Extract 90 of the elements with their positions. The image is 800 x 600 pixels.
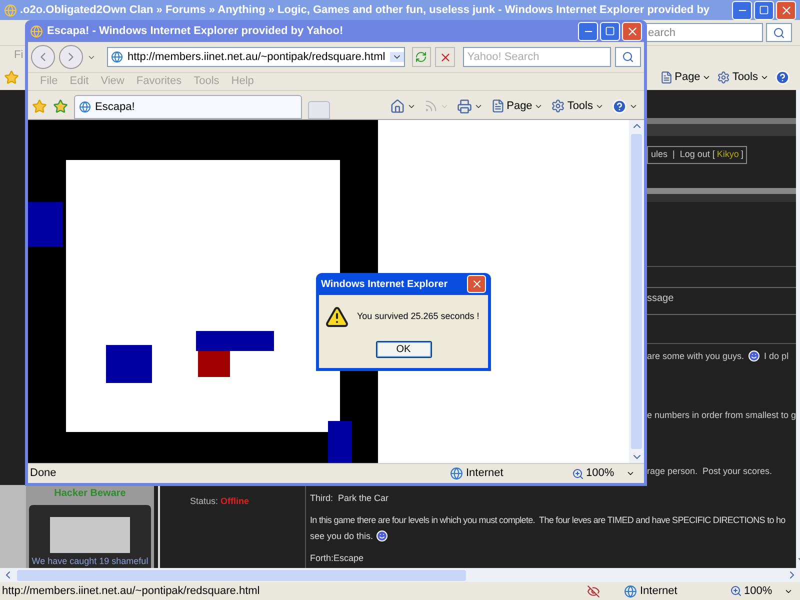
post-text: Third: Park the Car bbox=[310, 492, 390, 504]
moving-block bbox=[106, 345, 152, 383]
favorites-star-icon bbox=[4, 70, 19, 85]
toolbar-button[interactable]: Page bbox=[660, 69, 712, 86]
globe-icon bbox=[450, 467, 463, 480]
gear-icon bbox=[551, 99, 566, 113]
maximize-icon bbox=[605, 26, 615, 36]
window-title: Escapa! - Windows Internet Explorer provided by Yahoo! bbox=[47, 24, 344, 39]
maximize-button[interactable] bbox=[754, 0, 774, 20]
search-field[interactable]: earch bbox=[645, 23, 763, 42]
favorites-star-icon bbox=[32, 98, 47, 114]
printer-icon bbox=[456, 98, 472, 114]
username[interactable]: Kikyo bbox=[716, 148, 739, 162]
status-url: http://members.iinet.net.au/~pontipak/redsquare.html bbox=[2, 584, 261, 599]
post-text: In this game there are four levels in which you must complete. The four leves are TIMED and have SPECIFIC DIRECTIONS to ho bbox=[310, 514, 786, 527]
post-text: Forth:Escape bbox=[310, 552, 365, 565]
close-icon bbox=[626, 24, 638, 38]
page-icon bbox=[490, 99, 505, 113]
nav-bracket: ] bbox=[740, 148, 744, 161]
status-text: Done bbox=[30, 466, 58, 482]
post-text: rage person. Post your scores. bbox=[647, 464, 772, 478]
search-icon bbox=[773, 26, 785, 38]
tab[interactable]: Escapa! bbox=[74, 95, 302, 119]
browser-icon bbox=[4, 4, 17, 16]
close-button[interactable] bbox=[776, 0, 796, 20]
zone-text: Internet bbox=[466, 466, 504, 482]
horizontal-scrollbar[interactable] bbox=[0, 568, 800, 582]
search-icon bbox=[622, 51, 634, 63]
add-favorite-icon bbox=[53, 98, 68, 114]
dialog-message: You survived 25.265 seconds ! bbox=[357, 310, 480, 324]
page-icon bbox=[79, 101, 91, 113]
toolbar-button[interactable]: Page bbox=[488, 96, 546, 116]
maximize-icon bbox=[759, 5, 769, 15]
dialog-title: Windows Internet Explorer bbox=[321, 278, 449, 292]
post-text: are some with you guys. bbox=[647, 350, 744, 363]
warning-icon bbox=[325, 305, 349, 329]
post-text: e numbers in order from smallest to g bbox=[647, 409, 796, 422]
toolbar-button[interactable]: Tools bbox=[549, 96, 606, 116]
gear-icon bbox=[717, 71, 730, 84]
zone-text: Internet bbox=[640, 584, 678, 599]
sidebar-caption: We have caught 19 shameful bbox=[32, 554, 148, 568]
page-icon bbox=[111, 51, 124, 63]
globe-icon bbox=[624, 584, 637, 598]
help-icon bbox=[775, 70, 790, 85]
close-button[interactable] bbox=[622, 22, 642, 40]
sidebar-heading: Hacker Beware bbox=[54, 486, 126, 500]
close-button[interactable] bbox=[467, 275, 486, 293]
toolbar-button[interactable]: Tools bbox=[717, 69, 769, 86]
back-button[interactable] bbox=[31, 45, 55, 69]
minimize-button[interactable] bbox=[578, 22, 598, 40]
window-title: .o2o.Obligated2Own Clan » Forums » Anything » Logic, Games and other fun, useless junk - Windows Internet Explorer provided by bbox=[20, 2, 711, 18]
protected-mode-icon bbox=[587, 584, 600, 598]
stop-button[interactable] bbox=[435, 47, 456, 67]
refresh-icon bbox=[415, 51, 428, 63]
status-value: Offline bbox=[220, 496, 250, 506]
feed-icon bbox=[424, 99, 438, 113]
status-label: Status: bbox=[190, 496, 218, 506]
ok-button[interactable]: OK bbox=[376, 341, 432, 358]
vertical-scrollbar[interactable] bbox=[629, 120, 644, 463]
forward-button[interactable] bbox=[58, 45, 83, 69]
zoom-text: 100% bbox=[586, 466, 614, 482]
stop-icon bbox=[438, 50, 452, 64]
caret-icon bbox=[702, 73, 712, 82]
smiley-icon bbox=[376, 530, 388, 542]
address-field[interactable]: http://members.iinet.net.au/~pontipak/redsquare.html bbox=[107, 47, 405, 67]
refresh-button[interactable] bbox=[412, 47, 432, 67]
caret-icon bbox=[760, 73, 769, 82]
search-button[interactable] bbox=[615, 47, 641, 67]
smiley-icon bbox=[748, 350, 760, 362]
zoom-icon bbox=[572, 468, 584, 480]
home-icon bbox=[390, 98, 405, 114]
maximize-button[interactable] bbox=[600, 22, 620, 40]
zoom-text: 100% bbox=[744, 584, 772, 599]
post-text: I do pl bbox=[764, 350, 789, 363]
close-icon bbox=[780, 4, 792, 16]
column-heading: ssage bbox=[647, 292, 675, 306]
browser-icon bbox=[30, 24, 43, 38]
caret-icon bbox=[626, 469, 636, 478]
help-icon bbox=[612, 98, 627, 114]
moving-block bbox=[28, 202, 63, 247]
nav-links[interactable]: ules | Log out [ bbox=[651, 148, 715, 162]
moving-block bbox=[328, 421, 352, 463]
caret-icon bbox=[390, 52, 404, 62]
page-icon bbox=[660, 71, 673, 84]
post-text: see you do this. bbox=[310, 530, 374, 543]
zoom-icon bbox=[730, 585, 742, 597]
search-field[interactable]: Yahoo! Search bbox=[463, 47, 612, 67]
minimize-button[interactable] bbox=[732, 0, 752, 20]
search-button[interactable] bbox=[766, 23, 792, 42]
close-icon bbox=[470, 278, 482, 290]
